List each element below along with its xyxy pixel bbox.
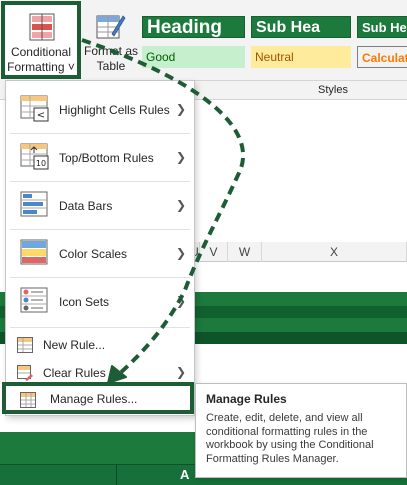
menu-item-label: New Rule... [43, 338, 106, 352]
chevron-right-icon: ❯ [175, 294, 186, 308]
manage-rules-icon [20, 392, 36, 408]
manage-rules-tooltip: Manage Rules Create, edit, delete, and v… [195, 383, 407, 478]
menu-item-icon-sets[interactable]: Icon Sets ❯ [6, 279, 194, 323]
green-bar-divider [116, 464, 117, 485]
column-header-w[interactable]: W [228, 242, 262, 262]
top-bottom-icon: 10 [20, 143, 49, 170]
menu-separator [10, 327, 190, 328]
menu-item-label: Data Bars [59, 199, 113, 213]
green-bar-letter: A [180, 467, 190, 482]
conditional-formatting-label-1: Conditional [10, 45, 72, 59]
menu-separator [10, 181, 190, 182]
menu-item-color-scales[interactable]: Color Scales ❯ [6, 231, 194, 275]
style-neutral[interactable]: Neutral [251, 46, 351, 68]
color-scales-icon [20, 239, 48, 265]
chevron-right-icon: ❯ [175, 246, 186, 260]
svg-text:10: 10 [36, 159, 46, 168]
menu-item-label: Color Scales [59, 247, 128, 261]
menu-item-top-bottom-rules[interactable]: 10 Top/Bottom Rules ❯ [6, 135, 194, 179]
style-heading[interactable]: Heading [142, 16, 245, 38]
column-header-x[interactable]: X [262, 242, 407, 262]
highlight-cells-icon: < [20, 95, 49, 122]
conditional-formatting-button[interactable]: Conditional Formatting ˅ [1, 1, 81, 79]
style-sub-heading-2[interactable]: Sub He [357, 16, 407, 38]
icon-sets-icon [20, 287, 48, 313]
ribbon-separator [194, 80, 407, 81]
menu-separator [10, 277, 190, 278]
menu-item-label: Clear Rules [43, 366, 106, 380]
column-header-row: U V W X [190, 242, 407, 262]
conditional-formatting-menu: < Highlight Cells Rules ❯ 10 Top/Bottom … [2, 80, 195, 416]
menu-item-highlight-cells-rules[interactable]: < Highlight Cells Rules ❯ [6, 87, 194, 131]
menu-separator [10, 133, 190, 134]
menu-item-new-rule[interactable]: New Rule... [6, 333, 194, 357]
menu-item-manage-rules[interactable]: Manage Rules... [2, 382, 194, 414]
svg-text:<: < [37, 110, 45, 121]
tooltip-title: Manage Rules [206, 392, 287, 406]
menu-item-label: Icon Sets [59, 295, 110, 309]
menu-item-data-bars[interactable]: Data Bars ❯ [6, 183, 194, 227]
style-calculation[interactable]: Calculat [357, 46, 407, 68]
menu-item-label: Highlight Cells Rules [59, 103, 170, 117]
tooltip-body: Create, edit, delete, and view all condi… [206, 412, 374, 465]
conditional-formatting-icon [29, 13, 55, 41]
conditional-formatting-label-2: Formatting ˅ [7, 60, 75, 74]
new-rule-icon [17, 337, 33, 353]
style-good[interactable]: Good [142, 46, 245, 68]
clear-rules-icon [17, 365, 33, 381]
menu-item-label: Top/Bottom Rules [59, 151, 154, 165]
format-as-table-label-1: Format as [84, 44, 139, 58]
chevron-right-icon: ❯ [175, 198, 186, 212]
format-as-table-button[interactable]: Format as Table [84, 4, 138, 80]
format-as-table-icon [96, 15, 126, 39]
chevron-right-icon: ❯ [175, 102, 186, 116]
chevron-right-icon: ❯ [175, 150, 186, 164]
style-sub-heading[interactable]: Sub Hea [251, 16, 351, 38]
menu-item-label: Manage Rules... [50, 392, 138, 406]
column-header-v[interactable]: V [200, 242, 228, 262]
menu-separator [10, 229, 190, 230]
chevron-right-icon: ❯ [175, 365, 186, 379]
format-as-table-label-2: Table [96, 59, 126, 73]
styles-group-label: Styles [318, 84, 348, 96]
data-bars-icon [20, 191, 48, 217]
